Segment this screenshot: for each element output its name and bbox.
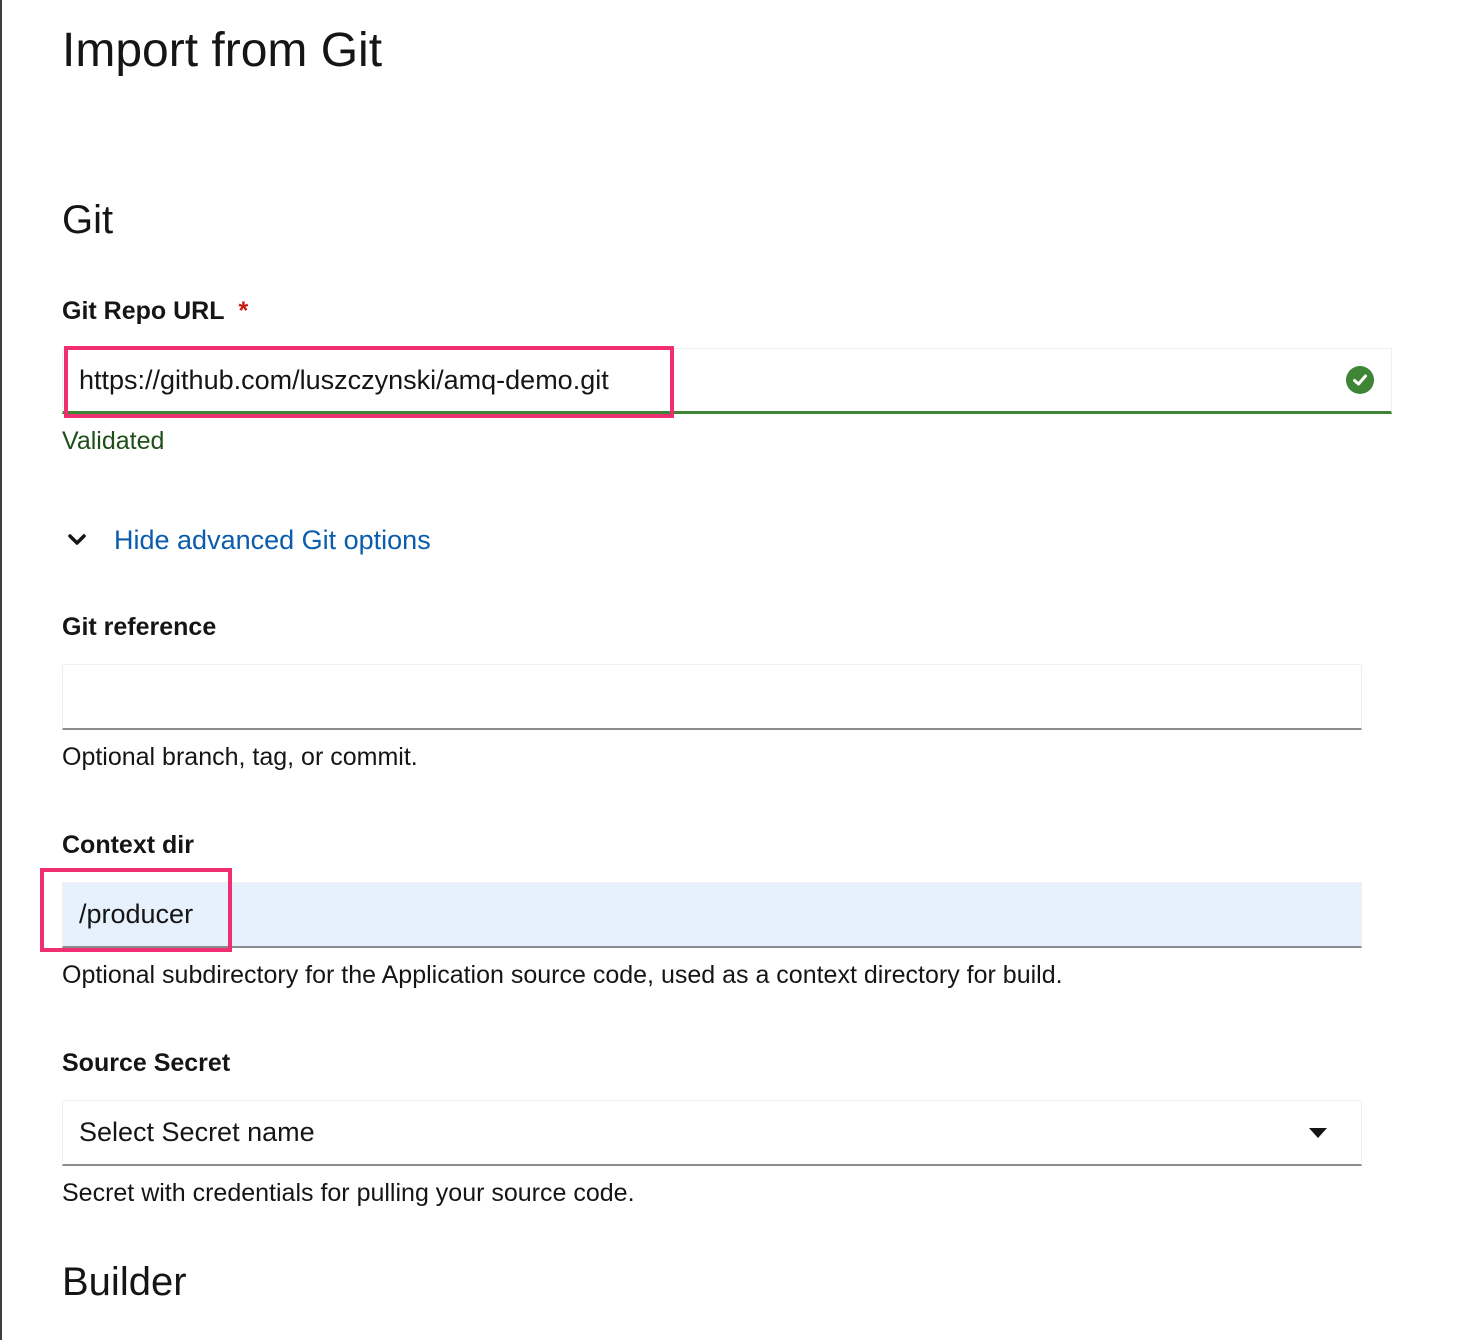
source-secret-select[interactable]: Select Secret name bbox=[62, 1100, 1362, 1166]
source-secret-label: Source Secret bbox=[62, 1049, 231, 1077]
hide-advanced-git-options-label[interactable]: Hide advanced Git options bbox=[114, 522, 431, 558]
window-left-border bbox=[0, 0, 2, 1340]
section-title-git: Git bbox=[62, 198, 114, 242]
context-dir-helper: Optional subdirectory for the Applicatio… bbox=[62, 961, 1063, 989]
git-repo-url-status: Validated bbox=[62, 427, 165, 455]
source-secret-helper: Secret with credentials for pulling your… bbox=[62, 1179, 635, 1207]
git-repo-url-label-text: Git Repo URL bbox=[62, 297, 225, 325]
check-circle-icon bbox=[1346, 366, 1374, 394]
caret-down-icon bbox=[1309, 1127, 1327, 1138]
git-reference-label: Git reference bbox=[62, 613, 217, 641]
context-dir-label: Context dir bbox=[62, 831, 194, 859]
git-repo-url-input[interactable] bbox=[62, 348, 1392, 414]
git-repo-url-label: Git Repo URL * bbox=[62, 296, 248, 326]
page-title: Import from Git bbox=[62, 24, 383, 77]
source-secret-selected-value: Select Secret name bbox=[79, 1117, 315, 1147]
context-dir-input[interactable] bbox=[62, 882, 1362, 948]
required-marker: * bbox=[238, 297, 249, 325]
section-title-builder: Builder bbox=[62, 1260, 187, 1304]
hide-advanced-git-options-toggle[interactable]: Hide advanced Git options bbox=[62, 522, 431, 558]
git-reference-helper: Optional branch, tag, or commit. bbox=[62, 743, 418, 771]
git-reference-input[interactable] bbox=[62, 664, 1362, 730]
chevron-down-icon bbox=[62, 525, 92, 555]
